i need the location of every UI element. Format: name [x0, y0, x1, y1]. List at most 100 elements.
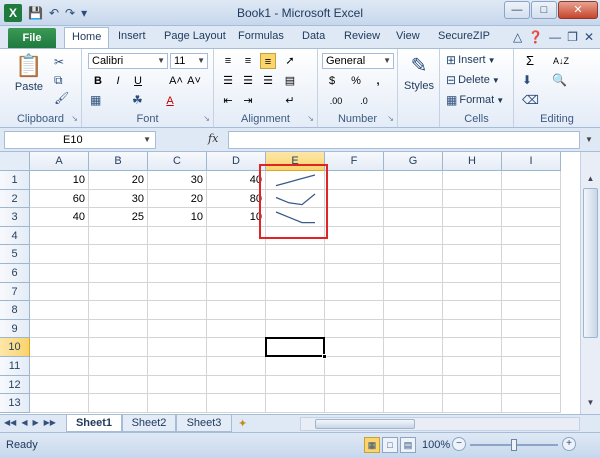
cell-c9[interactable]: [148, 319, 207, 339]
clear-icon[interactable]: ⌫: [522, 93, 539, 107]
window-minimize-icon[interactable]: —: [549, 30, 561, 44]
cell-a1[interactable]: 10: [30, 171, 89, 190]
cell-e6[interactable]: [266, 264, 325, 283]
cell-g12[interactable]: [384, 375, 443, 395]
minimize-button[interactable]: —: [504, 1, 530, 19]
cell-a2[interactable]: 60: [30, 189, 89, 209]
insert-cells-button[interactable]: ⊞ Insert ▼: [446, 53, 496, 67]
tab-formulas[interactable]: Formulas: [238, 30, 284, 42]
cell-i2[interactable]: [502, 189, 561, 209]
decrease-indent-icon[interactable]: ⇤: [220, 93, 236, 109]
cell-h11[interactable]: [443, 357, 502, 376]
row-header-6[interactable]: 6: [0, 264, 30, 283]
cell-f2[interactable]: [325, 189, 384, 209]
cell-g1[interactable]: [384, 171, 443, 190]
page-break-view-icon[interactable]: ▤: [400, 437, 416, 453]
cut-icon[interactable]: ✂: [54, 55, 64, 69]
cell-d2[interactable]: 80: [207, 189, 266, 209]
tab-securezip[interactable]: SecureZIP: [438, 30, 490, 42]
cell-h6[interactable]: [443, 264, 502, 283]
maximize-button[interactable]: □: [531, 1, 557, 19]
cell-a10[interactable]: [30, 338, 89, 357]
increase-indent-icon[interactable]: ⇥: [240, 93, 256, 109]
cell-c5[interactable]: [148, 245, 207, 264]
cell-b1[interactable]: 20: [89, 171, 148, 190]
cell-e8[interactable]: [266, 301, 325, 320]
cell-i11[interactable]: [502, 357, 561, 376]
name-box[interactable]: E10 ▼: [4, 131, 156, 149]
cell-d9[interactable]: [207, 319, 266, 339]
cell-a6[interactable]: [30, 264, 89, 283]
fill-color-icon[interactable]: ☘: [132, 93, 143, 107]
cell-f13[interactable]: [325, 394, 384, 413]
bold-button[interactable]: B: [90, 73, 106, 89]
tab-home[interactable]: Home: [64, 27, 110, 48]
font-color-button[interactable]: A: [162, 93, 178, 109]
cell-a13[interactable]: [30, 394, 89, 413]
insert-function-button[interactable]: fx: [208, 132, 218, 145]
cell-d3[interactable]: 10: [207, 208, 266, 227]
cell-a3[interactable]: 40: [30, 208, 89, 227]
sort-filter-button[interactable]: A↓Z: [548, 53, 574, 69]
tab-data[interactable]: Data: [302, 30, 325, 42]
fill-handle[interactable]: [322, 354, 327, 359]
insert-sheet-icon[interactable]: ✦: [238, 417, 247, 430]
cell-b6[interactable]: [89, 264, 148, 283]
horizontal-scroll-thumb[interactable]: [315, 419, 415, 429]
clipboard-launcher-icon[interactable]: ↘: [71, 114, 78, 123]
tab-insert[interactable]: Insert: [118, 30, 146, 42]
cell-h3[interactable]: [443, 208, 502, 227]
cell-e13[interactable]: [266, 394, 325, 413]
cell-d10[interactable]: [207, 338, 266, 357]
align-top-icon[interactable]: ≡: [220, 53, 236, 69]
cell-g2[interactable]: [384, 189, 443, 209]
cell-c7[interactable]: [148, 282, 207, 302]
scroll-down-icon[interactable]: ▼: [583, 396, 598, 410]
cell-d8[interactable]: [207, 301, 266, 320]
cell-a4[interactable]: [30, 226, 89, 246]
cell-d7[interactable]: [207, 282, 266, 302]
cell-g7[interactable]: [384, 282, 443, 302]
tab-review[interactable]: Review: [344, 30, 380, 42]
cell-i4[interactable]: [502, 226, 561, 246]
cell-g3[interactable]: [384, 208, 443, 227]
vertical-scroll-thumb[interactable]: [583, 188, 598, 338]
cell-i13[interactable]: [502, 394, 561, 413]
align-bottom-icon[interactable]: ≡: [260, 53, 276, 69]
column-header-i[interactable]: I: [502, 152, 561, 171]
cell-e9[interactable]: [266, 319, 325, 339]
shrink-font-button[interactable]: A˅: [186, 73, 202, 89]
cell-b9[interactable]: [89, 319, 148, 339]
cell-a12[interactable]: [30, 375, 89, 395]
column-header-d[interactable]: D: [207, 152, 266, 171]
cell-d6[interactable]: [207, 264, 266, 283]
page-layout-view-icon[interactable]: □: [382, 437, 398, 453]
cell-b8[interactable]: [89, 301, 148, 320]
cell-i5[interactable]: [502, 245, 561, 264]
tab-sheet1[interactable]: Sheet1: [66, 415, 122, 432]
row-header-9[interactable]: 9: [0, 319, 30, 339]
currency-button[interactable]: $: [324, 73, 340, 89]
active-cell-border[interactable]: [265, 337, 325, 357]
formula-input[interactable]: [228, 131, 580, 149]
percent-button[interactable]: %: [348, 73, 364, 89]
zoom-in-button[interactable]: +: [562, 437, 576, 451]
cell-c11[interactable]: [148, 357, 207, 376]
cell-a9[interactable]: [30, 319, 89, 339]
cell-g13[interactable]: [384, 394, 443, 413]
row-header-11[interactable]: 11: [0, 357, 30, 376]
zoom-slider[interactable]: [470, 439, 558, 451]
cell-h4[interactable]: [443, 226, 502, 246]
cell-h5[interactable]: [443, 245, 502, 264]
worksheet-grid[interactable]: A B C D E F G H I 1 10 20 30 40 2 60 30 20 80 3 40 25 10 10 4 5 6 7…: [0, 152, 580, 414]
cell-b3[interactable]: 25: [89, 208, 148, 227]
cell-i6[interactable]: [502, 264, 561, 283]
cell-f9[interactable]: [325, 319, 384, 339]
cell-h12[interactable]: [443, 375, 502, 395]
alignment-launcher-icon[interactable]: ↘: [307, 114, 314, 123]
cell-d5[interactable]: [207, 245, 266, 264]
close-button[interactable]: ✕: [558, 1, 598, 19]
row-header-7[interactable]: 7: [0, 282, 30, 302]
cell-f11[interactable]: [325, 357, 384, 376]
tab-file[interactable]: File: [8, 28, 56, 48]
